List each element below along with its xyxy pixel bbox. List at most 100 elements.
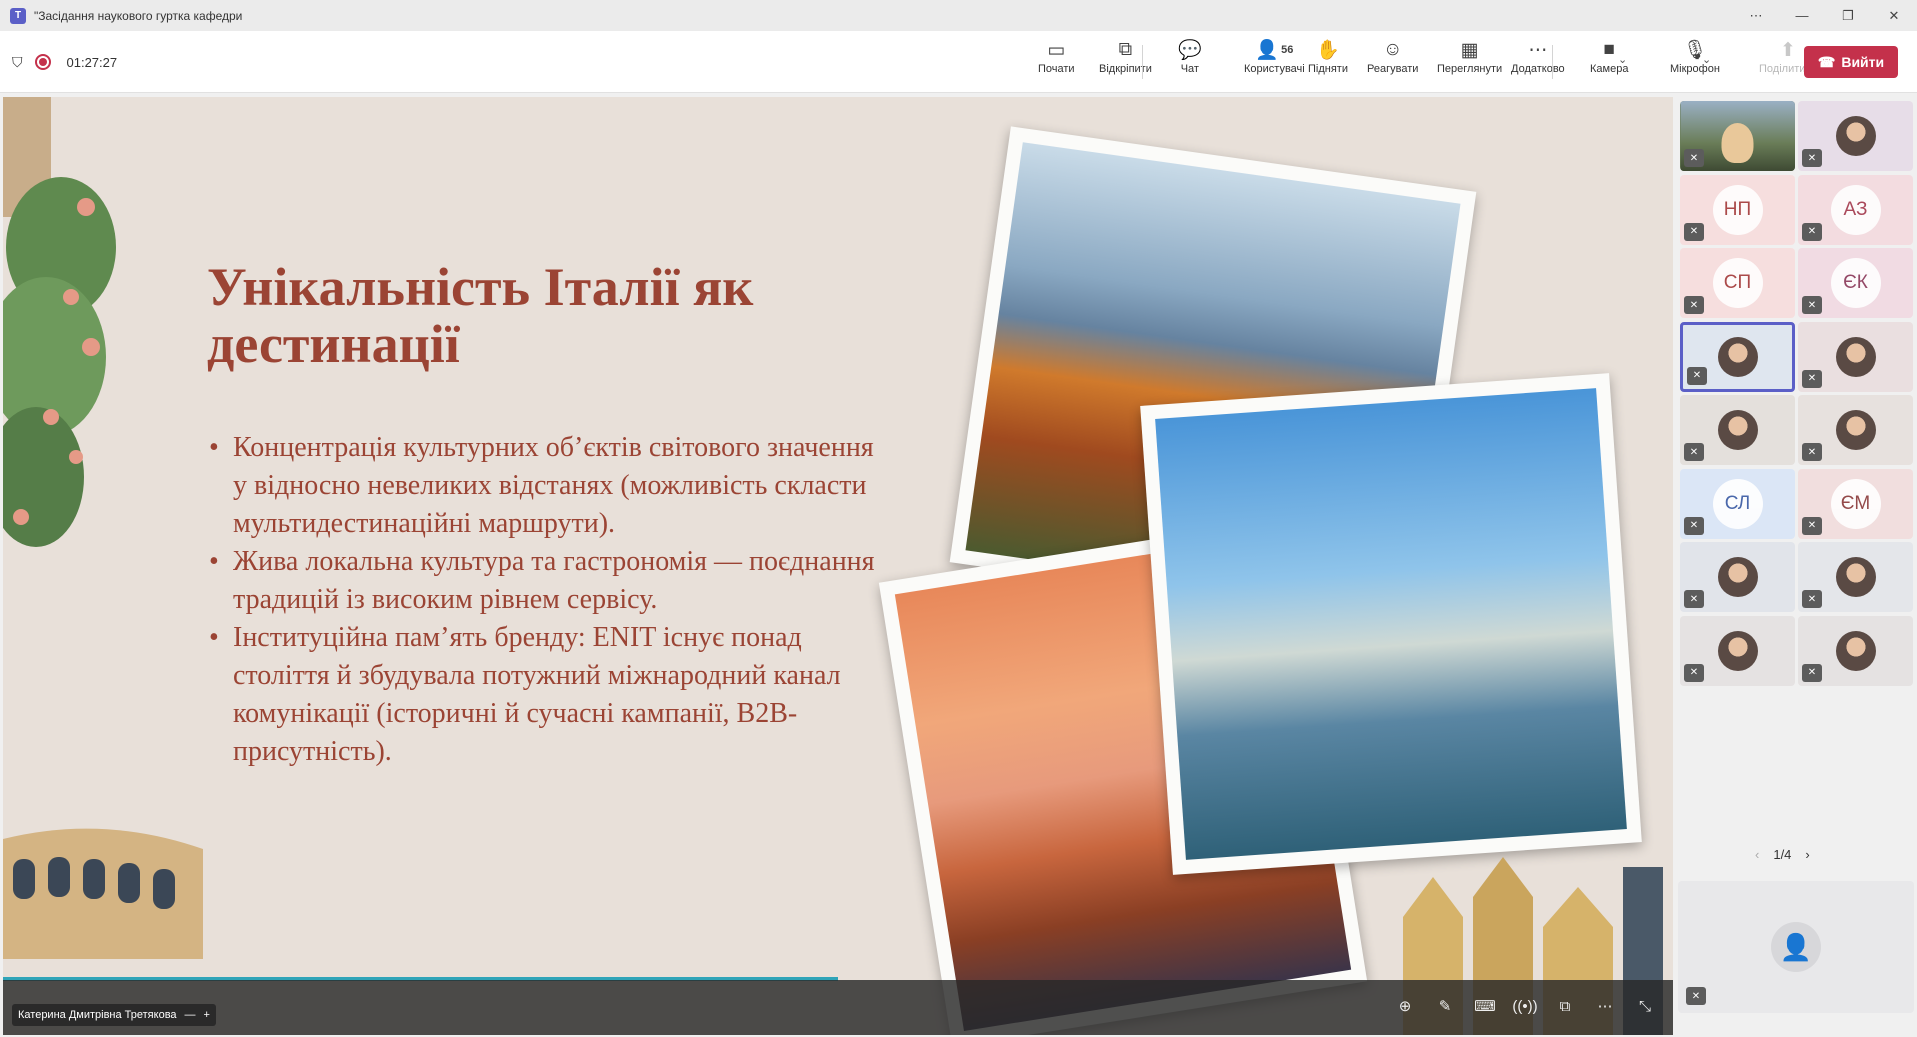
zoom-in-icon[interactable]: ⊕ bbox=[1393, 994, 1417, 1018]
participant-tile[interactable]: ✕ bbox=[1798, 615, 1913, 686]
participant-tile[interactable]: ЄК ✕ bbox=[1798, 248, 1913, 318]
participant-initials: ЄМ bbox=[1830, 478, 1881, 529]
meeting-status: ⛉ 01:27:27 bbox=[12, 31, 117, 93]
mic-off-icon: ✕ bbox=[1684, 222, 1704, 241]
more-button[interactable]: ⋯ Додатково bbox=[1511, 37, 1565, 87]
start-label: Почати bbox=[1038, 63, 1075, 75]
venice-canal-photo bbox=[1140, 373, 1642, 875]
participant-initials: НП bbox=[1712, 184, 1763, 235]
presenter-name-tag[interactable]: Катерина Дмитрівна Третякова — + bbox=[12, 1004, 216, 1026]
toolbar-divider bbox=[1142, 45, 1143, 79]
participant-initials: ЄК bbox=[1830, 258, 1881, 308]
mic-off-icon: ✕ bbox=[1684, 443, 1704, 461]
self-avatar: 👤 bbox=[1771, 922, 1821, 972]
participant-photo bbox=[1835, 410, 1876, 450]
mic-off-icon: ✕ bbox=[1686, 987, 1706, 1005]
participant-photo bbox=[1835, 116, 1876, 156]
mic-off-icon: ✕ bbox=[1802, 663, 1822, 682]
presenter-name: Катерина Дмитрівна Третякова bbox=[18, 1009, 177, 1021]
participant-tile[interactable]: ✕ bbox=[1798, 321, 1913, 392]
share-screen-icon: ▭ bbox=[1047, 39, 1066, 61]
participant-tile[interactable]: АЗ ✕ bbox=[1798, 174, 1913, 245]
window-title: "Засідання наукового гуртка кафедри bbox=[34, 8, 243, 23]
participant-tile[interactable]: СЛ ✕ bbox=[1680, 468, 1795, 539]
restore-icon[interactable]: ❐ bbox=[1825, 0, 1871, 31]
raise-label: Підняти bbox=[1308, 63, 1348, 75]
more-icon[interactable]: ⋯ bbox=[1593, 994, 1617, 1018]
meeting-timer: 01:27:27 bbox=[66, 54, 118, 70]
toolbar-divider bbox=[1552, 45, 1553, 79]
collapse-icon[interactable]: ⤡ bbox=[1633, 994, 1657, 1018]
screen-switch-icon[interactable]: ⧉ bbox=[1553, 994, 1577, 1018]
mic-off-icon: ✕ bbox=[1802, 369, 1822, 388]
presenter-tools: ⊕ ✎ ⌨ ((•)) ⧉ ⋯ ⤡ bbox=[1393, 994, 1657, 1018]
participant-tile[interactable]: ✕ bbox=[1680, 542, 1795, 612]
mic-off-icon: ✕ bbox=[1684, 590, 1704, 608]
more-label: Додатково bbox=[1511, 63, 1565, 75]
people-button[interactable]: 👤 56 Користувачі bbox=[1244, 37, 1305, 87]
participant-tile[interactable]: ✕ bbox=[1798, 395, 1913, 465]
minimize-icon[interactable]: — bbox=[1779, 0, 1825, 31]
keyboard-icon[interactable]: ⌨ bbox=[1473, 994, 1497, 1018]
participant-photo bbox=[1835, 630, 1876, 671]
person-icon: 👤 bbox=[1779, 931, 1813, 962]
shield-icon: ⛉ bbox=[12, 53, 23, 70]
broadcast-icon[interactable]: ((•)) bbox=[1512, 994, 1537, 1018]
mic-off-icon: ✕ bbox=[1802, 149, 1822, 167]
participant-tile[interactable]: ✕ bbox=[1680, 321, 1795, 392]
view-label: Переглянути bbox=[1437, 63, 1503, 75]
more-icon[interactable]: ⋯ bbox=[1733, 0, 1779, 31]
react-button[interactable]: ☺ Реагувати bbox=[1367, 37, 1418, 87]
shared-slide: Унікальність Італії як дестинації Концен… bbox=[3, 97, 1673, 1035]
self-video-tile[interactable]: 👤 ✕ bbox=[1678, 881, 1914, 1013]
mic-off-icon: ✕ bbox=[1802, 222, 1822, 241]
mic-off-icon: ✕ bbox=[1684, 149, 1704, 167]
page-indicator: 1/4 bbox=[1773, 847, 1792, 862]
chat-button[interactable]: 💬 Чат bbox=[1178, 37, 1202, 87]
camera-options-chevron-icon[interactable]: ⌄ bbox=[1618, 53, 1627, 66]
mic-off-icon: ✕ bbox=[1684, 516, 1704, 535]
prev-page-icon[interactable]: ‹ bbox=[1755, 847, 1759, 862]
participant-face bbox=[1721, 123, 1754, 163]
mic-button[interactable]: 🎙 Мікрофон bbox=[1670, 37, 1720, 87]
participant-tile[interactable]: ✕ bbox=[1680, 615, 1795, 686]
minus-icon[interactable]: — bbox=[185, 1009, 196, 1021]
participant-photo bbox=[1717, 336, 1758, 377]
participant-tile[interactable]: НП ✕ bbox=[1680, 174, 1795, 245]
participant-photo bbox=[1835, 557, 1876, 597]
participant-tile[interactable]: ✕ bbox=[1680, 101, 1795, 171]
slide-title: Унікальність Італії як дестинації bbox=[207, 257, 754, 374]
next-page-icon[interactable]: › bbox=[1805, 847, 1809, 862]
pen-icon[interactable]: ✎ bbox=[1433, 994, 1457, 1018]
participant-photo bbox=[1717, 410, 1758, 450]
participant-tile[interactable]: ✕ bbox=[1798, 542, 1913, 612]
mic-options-chevron-icon[interactable]: ⌄ bbox=[1702, 53, 1711, 66]
chat-label: Чат bbox=[1180, 63, 1199, 75]
popout-label: Відкріпити bbox=[1099, 63, 1152, 75]
leave-button[interactable]: ☎ Вийти bbox=[1804, 46, 1898, 78]
people-label: Користувачі bbox=[1244, 63, 1305, 75]
react-icon: ☺ bbox=[1382, 39, 1403, 60]
mic-off-icon: ✕ bbox=[1802, 590, 1822, 608]
slide-bullet: Інституційна пам’ять бренду: ENIT існує … bbox=[207, 619, 887, 771]
more-icon: ⋯ bbox=[1528, 39, 1548, 61]
close-icon[interactable]: ✕ bbox=[1871, 0, 1917, 31]
view-icon: ▦ bbox=[1460, 39, 1479, 61]
raise-button[interactable]: ✋ Підняти bbox=[1308, 37, 1348, 87]
start-button[interactable]: ▭ Почати bbox=[1038, 37, 1075, 87]
participant-tile[interactable]: ЄМ ✕ bbox=[1798, 468, 1913, 539]
participant-tile[interactable]: СП ✕ bbox=[1680, 248, 1795, 318]
slide-bullets: Концентрація культурних об’єктів світово… bbox=[207, 429, 887, 771]
participant-initials: СП bbox=[1712, 258, 1763, 308]
ivy-decoration bbox=[3, 97, 116, 547]
participant-tile[interactable]: ✕ bbox=[1680, 395, 1795, 465]
title-bar: T "Засідання наукового гуртка кафедри ⋯ —… bbox=[0, 0, 1917, 31]
plus-icon[interactable]: + bbox=[204, 1009, 210, 1021]
participant-photo bbox=[1717, 630, 1758, 671]
window-controls: ⋯ — ❐ ✕ bbox=[1733, 0, 1917, 31]
view-button[interactable]: ▦ Переглянути bbox=[1437, 37, 1502, 87]
teams-logo-icon: T bbox=[10, 7, 26, 24]
mic-off-icon: ✕ bbox=[1684, 663, 1704, 682]
participant-tile[interactable]: ✕ bbox=[1798, 101, 1913, 171]
popout-button[interactable]: ⧉ Відкріпити bbox=[1099, 37, 1152, 87]
